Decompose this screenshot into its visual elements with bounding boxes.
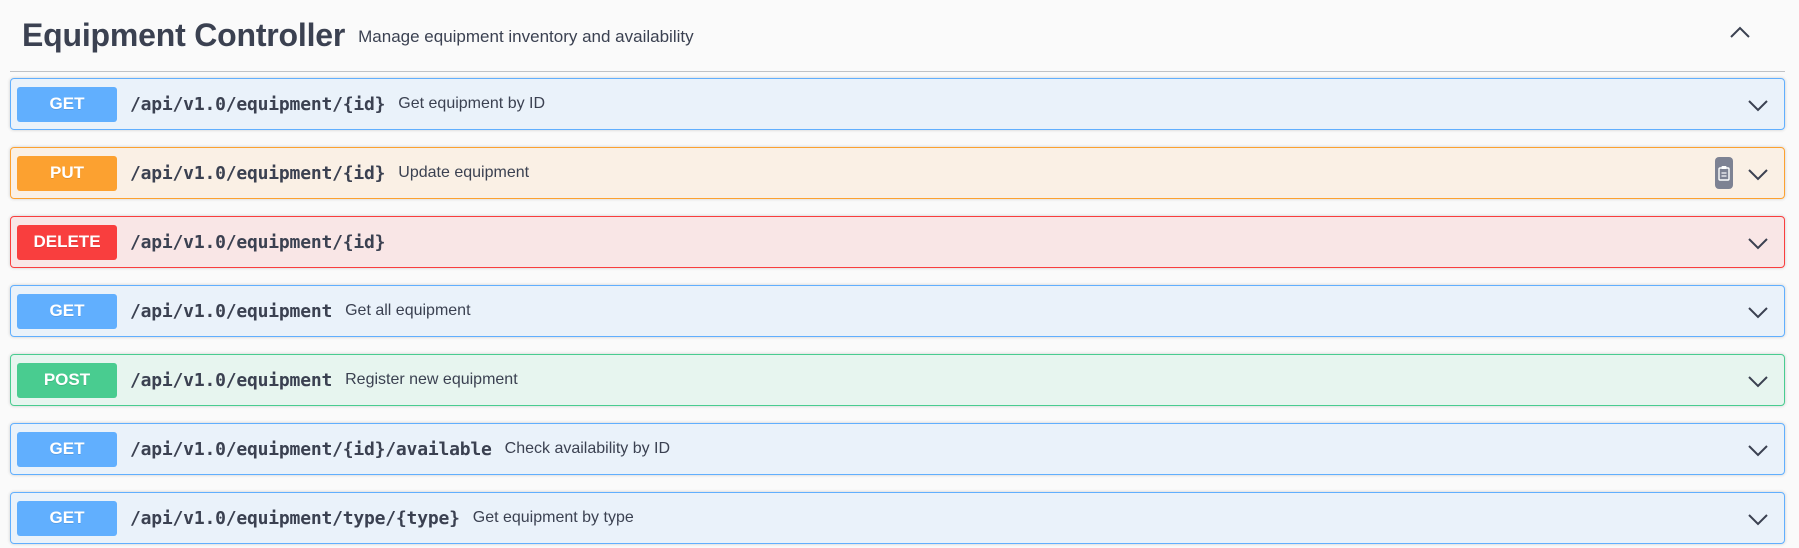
expand-button[interactable] [1746, 300, 1770, 324]
expand-button[interactable] [1746, 369, 1770, 393]
operation-path: /api/v1.0/equipment/{id} [130, 93, 386, 115]
expand-button[interactable] [1746, 93, 1770, 117]
method-badge: GET [17, 86, 117, 122]
chevron-down-icon [1748, 238, 1768, 250]
section-title[interactable]: Equipment Controller [22, 17, 345, 54]
operation-register-equipment[interactable]: POST /api/v1.0/equipment Register new eq… [10, 354, 1785, 406]
method-badge: PUT [17, 155, 117, 191]
operation-path: /api/v1.0/equipment/{id} [130, 162, 386, 184]
operations-list: GET /api/v1.0/equipment/{id} Get equipme… [10, 78, 1785, 548]
chevron-down-icon [1748, 100, 1768, 112]
method-badge: POST [17, 362, 117, 398]
operation-path: /api/v1.0/equipment [130, 369, 333, 391]
method-badge: GET [17, 500, 117, 536]
operation-summary: Update equipment [398, 164, 530, 181]
operation-get-equipment-by-type[interactable]: GET /api/v1.0/equipment/type/{type} Get … [10, 492, 1785, 544]
method-badge: DELETE [17, 224, 117, 260]
chevron-down-icon [1748, 445, 1768, 457]
operation-summary: Get equipment by type [472, 509, 634, 526]
operation-get-all-equipment[interactable]: GET /api/v1.0/equipment Get all equipmen… [10, 285, 1785, 337]
chevron-down-icon [1748, 307, 1768, 319]
operation-path: /api/v1.0/equipment [130, 300, 333, 322]
chevron-down-icon [1748, 169, 1768, 181]
operation-summary: Get equipment by ID [398, 95, 546, 112]
method-badge: GET [17, 293, 117, 329]
expand-button[interactable] [1746, 438, 1770, 462]
clipboard-icon [1718, 166, 1730, 181]
expand-button[interactable] [1746, 162, 1770, 186]
operation-delete-equipment[interactable]: DELETE /api/v1.0/equipment/{id} [10, 216, 1785, 268]
collapse-button[interactable] [1725, 17, 1755, 47]
operation-path: /api/v1.0/equipment/{id} [130, 231, 386, 253]
operation-summary: Get all equipment [345, 302, 471, 319]
operation-path: /api/v1.0/equipment/type/{type} [130, 507, 460, 529]
expand-button[interactable] [1746, 507, 1770, 531]
expand-button[interactable] [1746, 231, 1770, 255]
operation-path: /api/v1.0/equipment/{id}/available [130, 438, 492, 460]
operation-summary: Check availability by ID [504, 440, 671, 457]
equipment-controller-section: Equipment Controller Manage equipment in… [0, 0, 1799, 548]
chevron-down-icon [1748, 376, 1768, 388]
operation-get-equipment-by-id[interactable]: GET /api/v1.0/equipment/{id} Get equipme… [10, 78, 1785, 130]
chevron-down-icon [1748, 514, 1768, 526]
operation-summary: Register new equipment [345, 371, 518, 388]
operation-check-availability[interactable]: GET /api/v1.0/equipment/{id}/available C… [10, 423, 1785, 475]
method-badge: GET [17, 431, 117, 467]
section-header[interactable]: Equipment Controller Manage equipment in… [10, 0, 1785, 72]
chevron-up-icon [1730, 26, 1750, 38]
operation-update-equipment[interactable]: PUT /api/v1.0/equipment/{id} Update equi… [10, 147, 1785, 199]
section-description: Manage equipment inventory and availabil… [358, 26, 694, 46]
copy-to-clipboard-button[interactable] [1715, 157, 1733, 189]
